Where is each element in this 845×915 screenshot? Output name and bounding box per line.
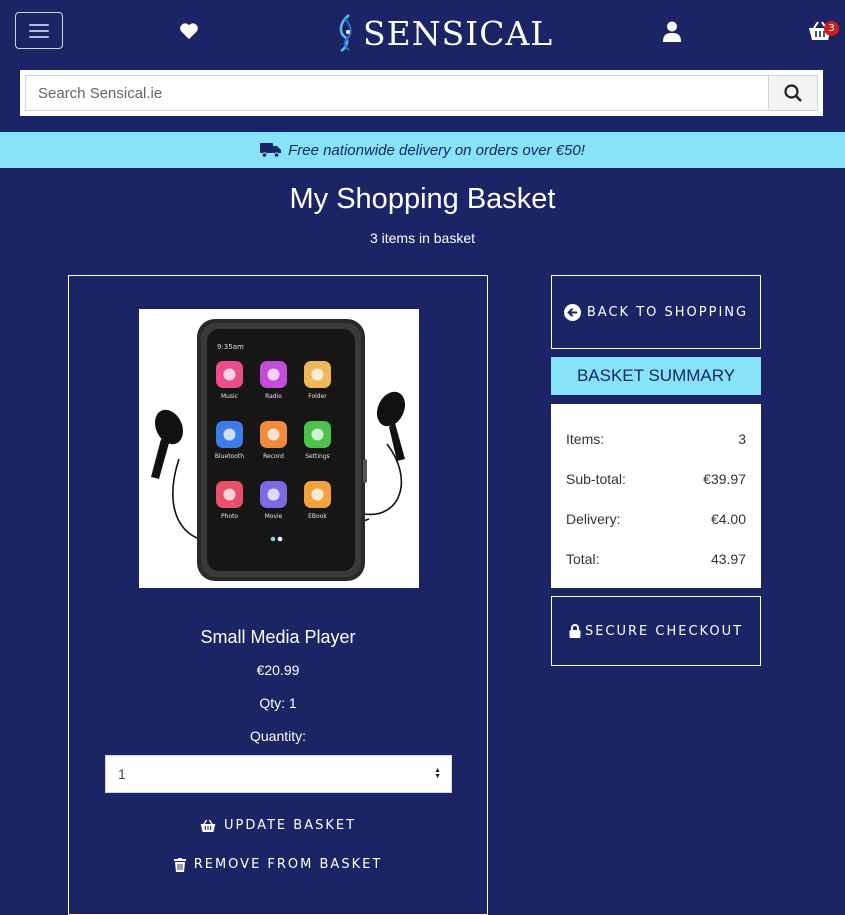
app-label: Photo [221, 513, 238, 520]
menu-toggle-button[interactable] [15, 12, 63, 49]
app-glyph [311, 428, 324, 441]
summary-value: 43.97 [710, 551, 746, 567]
app-glyph [311, 368, 324, 381]
trash-icon [173, 857, 186, 872]
product-price: €20.99 [256, 662, 300, 678]
app-glyph [267, 428, 280, 441]
lock-icon [569, 624, 581, 638]
basket-product-card: 9:35am Music Radio Folder Bluetooth Record Se… [68, 275, 488, 915]
app-label: Record [263, 453, 284, 460]
product-name[interactable]: Small Media Player [69, 627, 487, 648]
search-icon [784, 84, 802, 102]
remove-from-basket-button[interactable]: Remove From Basket [69, 857, 487, 872]
items-count: 3 items in basket [369, 230, 476, 246]
delivery-banner: Free nationwide delivery on orders over … [0, 132, 845, 168]
account-user-icon[interactable] [661, 20, 683, 42]
site-logo[interactable]: SENSICAL [335, 12, 553, 54]
secure-checkout-label: Secure Checkout [584, 623, 744, 639]
summary-row-total: Total: 43.97 [566, 539, 746, 579]
site-header: SENSICAL 3 [0, 0, 845, 70]
summary-label: Delivery: [566, 511, 621, 527]
update-basket-button[interactable]: Update Basket [69, 818, 487, 833]
quantity-label: Quantity: [249, 728, 307, 744]
summary-value: 3 [738, 431, 746, 447]
app-label: Bluetooth [215, 453, 244, 460]
app-label: Movie [265, 513, 283, 520]
summary-row-subtotal: Sub-total: €39.97 [566, 459, 746, 499]
secure-checkout-button[interactable]: Secure Checkout [551, 596, 761, 666]
app-label: Radio [265, 393, 282, 400]
quantity-select[interactable]: 1 ▲ ▼ [105, 755, 452, 793]
product-qty: Qty: 1 [259, 695, 297, 711]
search-input[interactable] [26, 76, 768, 110]
hamburger-icon [29, 23, 49, 38]
app-label: Music [221, 393, 238, 400]
app-label: Settings [305, 453, 330, 460]
basket-icon [200, 819, 216, 832]
wishlist-heart-icon[interactable] [178, 21, 200, 41]
logo-emblem-icon [339, 14, 352, 53]
summary-row-items: Items: 3 [566, 419, 746, 459]
delivery-truck-icon [260, 143, 282, 158]
search-bar [20, 70, 823, 116]
app-glyph [267, 368, 280, 381]
device-time-text: 9:35am [217, 343, 244, 351]
product-image[interactable]: 9:35am Music Radio Folder Bluetooth Record Se… [139, 309, 419, 588]
app-glyph [311, 488, 324, 501]
app-glyph [223, 488, 236, 501]
search-button[interactable] [768, 76, 817, 110]
app-glyph [223, 428, 236, 441]
app-glyph [223, 368, 236, 381]
select-arrows-icon: ▲ ▼ [434, 767, 441, 780]
app-label: EBook [308, 513, 327, 520]
remove-from-basket-label: Remove From Basket [193, 857, 383, 872]
update-basket-label: Update Basket [223, 818, 357, 833]
arrow-left-circle-icon [563, 303, 581, 321]
app-glyph [267, 488, 280, 501]
logo-text: SENSICAL [363, 13, 554, 53]
summary-row-delivery: Delivery: €4.00 [566, 499, 746, 539]
quantity-select-value: 1 [118, 766, 126, 782]
cart-count-badge: 3 [824, 21, 839, 36]
summary-label: Sub-total: [566, 471, 626, 487]
summary-value: €39.97 [703, 471, 746, 487]
summary-label: Total: [566, 551, 600, 567]
back-to-shopping-button[interactable]: Back to Shopping [551, 275, 761, 349]
summary-label: Items: [566, 431, 605, 447]
page-title: My Shopping Basket [289, 183, 556, 215]
basket-summary-title: Basket Summary [551, 357, 761, 395]
back-to-shopping-label: Back to Shopping [586, 304, 749, 320]
banner-text: Free nationwide delivery on orders over … [288, 141, 585, 159]
summary-value: €4.00 [710, 511, 746, 527]
basket-summary: Items: 3 Sub-total: €39.97 Delivery: €4.… [551, 404, 761, 588]
app-label: Folder [308, 393, 327, 400]
